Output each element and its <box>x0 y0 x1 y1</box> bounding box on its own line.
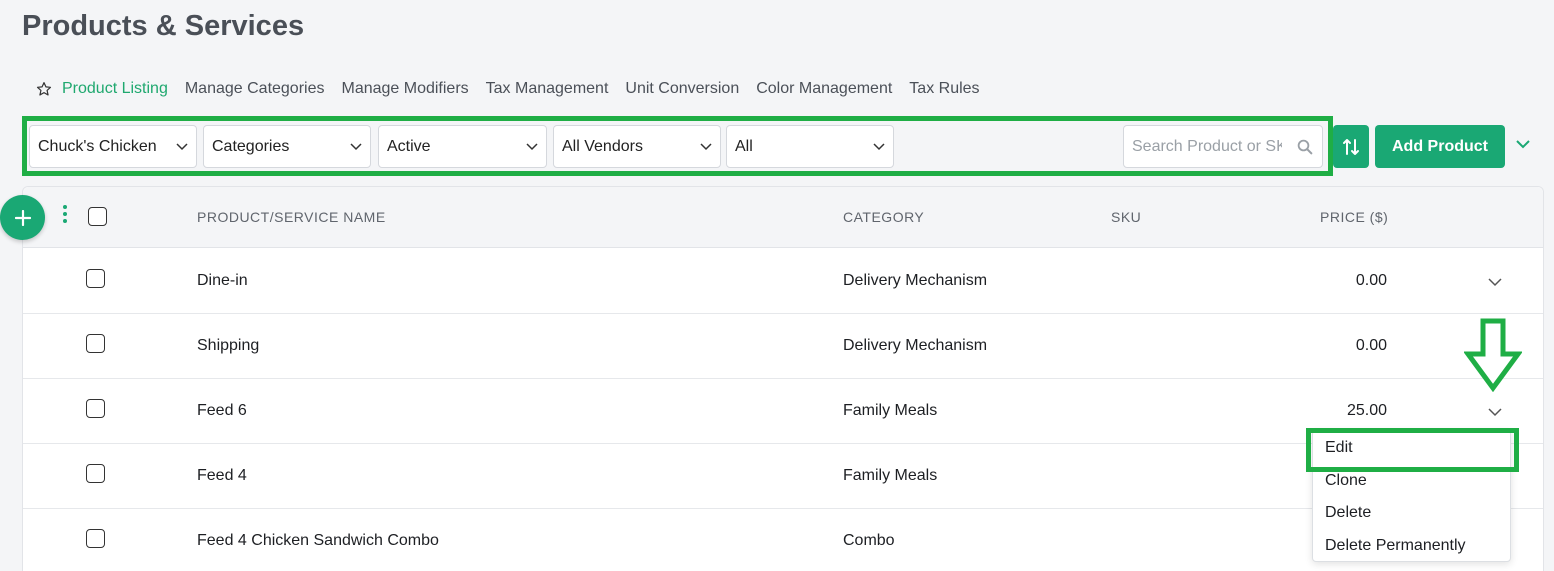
arrow-down-icon <box>1464 318 1522 392</box>
category-select-value: Categories <box>212 137 290 155</box>
chevron-down-icon[interactable] <box>1488 404 1502 422</box>
menu-item-delete[interactable]: Delete <box>1325 504 1371 522</box>
chevron-down-icon <box>873 142 885 150</box>
type-select-value: All <box>735 137 753 155</box>
row-actions-menu: Edit Clone Delete Delete Permanently <box>1312 430 1511 562</box>
table-row[interactable]: Dine-in Delivery Mechanism 0.00 <box>23 249 1543 314</box>
tab-color-management[interactable]: Color Management <box>756 80 892 98</box>
add-row-button[interactable] <box>0 195 45 240</box>
row-checkbox[interactable] <box>86 529 105 548</box>
product-name: Dine-in <box>197 272 248 289</box>
location-select-value: Chuck's Chicken <box>38 137 157 155</box>
chevron-down-icon <box>700 142 712 150</box>
product-category: Combo <box>843 532 895 549</box>
chevron-down-icon[interactable] <box>1488 274 1502 292</box>
table-row[interactable]: Shipping Delivery Mechanism 0.00 <box>23 314 1543 379</box>
search-icon[interactable] <box>1296 137 1314 157</box>
product-name: Feed 4 Chicken Sandwich Combo <box>197 532 439 549</box>
vendor-select[interactable]: All Vendors <box>553 125 721 168</box>
select-all-checkbox[interactable] <box>88 207 107 226</box>
tab-manage-categories[interactable]: Manage Categories <box>185 80 325 98</box>
search-box <box>1123 125 1323 168</box>
header-sku[interactable]: SKU <box>1111 209 1141 225</box>
location-select[interactable]: Chuck's Chicken <box>29 125 197 168</box>
page-title: Products & Services <box>22 10 305 42</box>
tab-manage-modifiers[interactable]: Manage Modifiers <box>341 80 468 98</box>
row-checkbox[interactable] <box>86 464 105 483</box>
search-input[interactable] <box>1132 137 1282 156</box>
chevron-down-icon <box>526 142 538 150</box>
product-category: Delivery Mechanism <box>843 272 988 289</box>
row-checkbox[interactable] <box>86 399 105 418</box>
vendor-select-value: All Vendors <box>562 137 643 155</box>
star-icon[interactable] <box>36 81 52 97</box>
chevron-down-icon <box>176 142 188 150</box>
product-price: 25.00 <box>1346 402 1387 419</box>
sort-icon <box>1343 138 1359 155</box>
tab-tax-management[interactable]: Tax Management <box>486 80 609 98</box>
tab-product-listing[interactable]: Product Listing <box>62 80 168 98</box>
product-category: Delivery Mechanism <box>843 337 988 354</box>
status-select-value: Active <box>387 137 431 155</box>
chevron-down-icon <box>350 142 362 150</box>
row-checkbox[interactable] <box>86 269 105 288</box>
header-product-name[interactable]: PRODUCT/SERVICE NAME <box>197 209 386 225</box>
chevron-down-icon[interactable] <box>1516 136 1530 154</box>
type-select[interactable]: All <box>726 125 894 168</box>
product-category: Family Meals <box>843 402 938 419</box>
header-category[interactable]: CATEGORY <box>843 209 924 225</box>
product-price: 0.00 <box>1355 272 1387 289</box>
menu-item-clone[interactable]: Clone <box>1325 472 1367 490</box>
status-select[interactable]: Active <box>378 125 547 168</box>
tab-unit-conversion[interactable]: Unit Conversion <box>625 80 739 98</box>
menu-item-delete-permanently[interactable]: Delete Permanently <box>1325 537 1466 555</box>
menu-item-edit[interactable]: Edit <box>1325 439 1353 457</box>
table-header: PRODUCT/SERVICE NAME CATEGORY SKU PRICE … <box>23 187 1543 248</box>
add-product-button[interactable]: Add Product <box>1375 125 1505 168</box>
plus-icon <box>14 209 31 226</box>
product-name: Feed 6 <box>197 402 247 419</box>
product-name: Shipping <box>197 337 260 354</box>
product-price: 0.00 <box>1355 337 1387 354</box>
header-price[interactable]: PRICE ($) <box>1320 209 1388 225</box>
product-name: Feed 4 <box>197 467 247 484</box>
tab-bar: Product Listing Manage Categories Manage… <box>36 80 997 98</box>
sort-button[interactable] <box>1333 125 1369 168</box>
category-select[interactable]: Categories <box>203 125 371 168</box>
row-checkbox[interactable] <box>86 334 105 353</box>
tab-tax-rules[interactable]: Tax Rules <box>909 80 979 98</box>
kebab-icon[interactable] <box>62 205 68 225</box>
product-category: Family Meals <box>843 467 938 484</box>
